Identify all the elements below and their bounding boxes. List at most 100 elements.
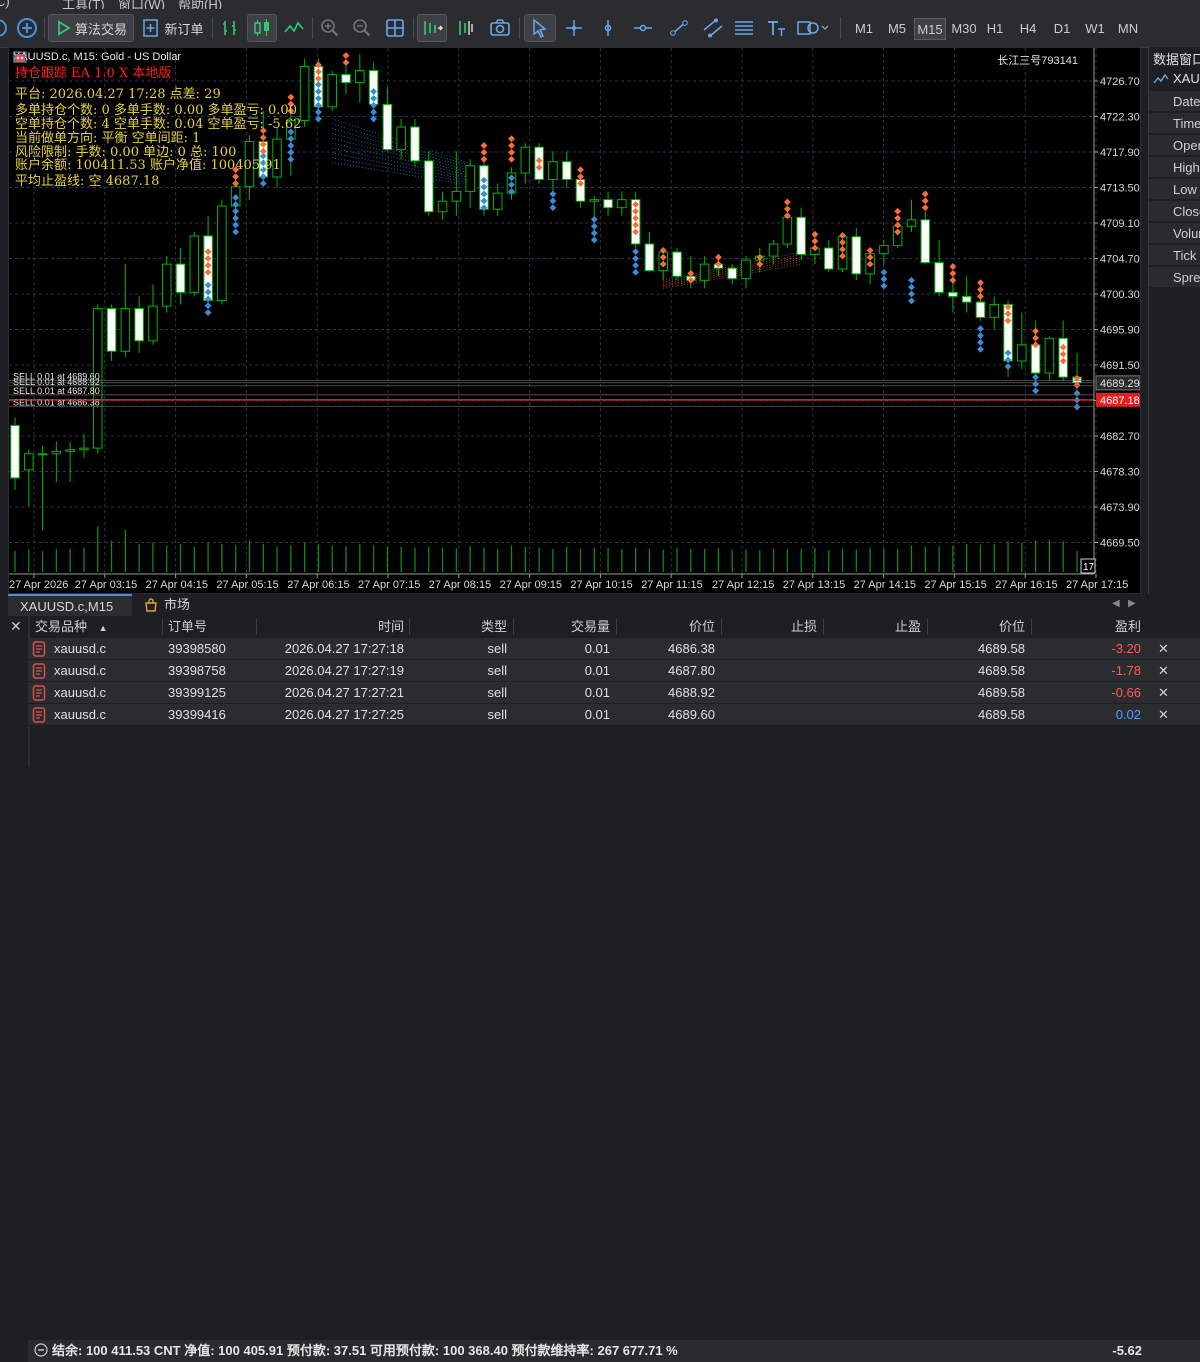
cell-symbol: xauusd.c (54, 707, 107, 722)
candle-bear (796, 216, 806, 255)
price-axis-label: 4717.90 (1100, 147, 1140, 159)
trendline-icon[interactable] (664, 14, 694, 42)
cell-tp (823, 660, 921, 681)
candle-bear (934, 262, 944, 293)
fibonacci-icon[interactable] (730, 14, 758, 42)
candlestick-icon[interactable] (247, 14, 277, 42)
candle-bear (175, 263, 186, 293)
time-axis-label: 27 Apr 07:15 (358, 579, 420, 591)
overlay-line: 平均止盈线: 空 4687.18 (15, 174, 160, 189)
horizontal-line-icon[interactable] (628, 14, 658, 42)
table-row[interactable]: xauusd.c 39399125 2026.04.27 17:27:21 sell 0… (28, 682, 1200, 704)
line-chart-icon[interactable] (280, 14, 308, 42)
scroll-left-icon[interactable]: ◀ (1112, 598, 1120, 609)
bar-chart-icon[interactable] (216, 14, 244, 42)
close-order-icon[interactable]: ✕ (1158, 660, 1169, 681)
cell-order: 39398580 (168, 641, 226, 656)
header-stop-loss[interactable]: 止损 (721, 616, 817, 638)
cursor-icon[interactable] (524, 14, 556, 42)
candle-bear (672, 251, 682, 277)
close-order-icon[interactable]: ✕ (1158, 638, 1169, 659)
close-panel-icon[interactable]: ✕ (10, 616, 22, 636)
header-volume[interactable]: 交易量 (513, 616, 610, 638)
cell-symbol: xauusd.c (54, 641, 107, 656)
algo-trading-button[interactable]: 算法交易 (48, 14, 134, 42)
candle-bear (10, 425, 20, 479)
timeframe-d1[interactable]: D1 (1048, 18, 1076, 40)
timeframe-m15[interactable]: M15 (914, 18, 946, 40)
timeframe-m1[interactable]: M1 (850, 18, 878, 40)
close-order-icon[interactable]: ✕ (1158, 682, 1169, 703)
candle-bull (299, 65, 310, 122)
header-open-price[interactable]: 价位 (616, 616, 715, 638)
time-axis-label: 27 Apr 05:15 (216, 579, 278, 591)
collapse-icon[interactable] (34, 1343, 48, 1360)
header-current-price[interactable]: 价位 (927, 616, 1025, 638)
table-row[interactable]: xauusd.c 39399416 2026.04.27 17:27:25 sell 0… (28, 704, 1200, 726)
cell-time: 2026.04.27 17:27:21 (284, 685, 404, 700)
header-type[interactable]: 类型 (409, 616, 507, 638)
vertical-line-icon[interactable] (594, 14, 622, 42)
cell-profit: -1.78 (1111, 663, 1141, 678)
auto-scroll-icon[interactable] (417, 14, 447, 42)
candle-bull (327, 74, 337, 108)
cell-price: 4688.92 (668, 685, 715, 700)
cell-time: 2026.04.27 17:27:18 (284, 641, 404, 656)
zoom-in-icon[interactable] (316, 14, 344, 42)
table-row[interactable]: xauusd.c 39398580 2026.04.27 17:27:18 sell 0… (28, 638, 1200, 660)
price-axis-label: 4726.70 (1100, 76, 1140, 88)
zoom-out-icon[interactable] (348, 14, 376, 42)
price-chart[interactable]: SELL 0.01 at 4689.60 SELL 0.01 at 4688.92… (8, 47, 1141, 594)
price-axis-label: 4691.50 (1100, 360, 1140, 372)
time-axis-label: 27 Apr 17:15 (1066, 579, 1128, 591)
text-label-icon[interactable] (762, 14, 790, 42)
menu-help[interactable]: 帮助(H) (178, 0, 222, 9)
timeframe-w1[interactable]: W1 (1080, 18, 1110, 40)
candle-bear (961, 295, 972, 303)
candle-bear (423, 160, 434, 213)
candle-bull (989, 303, 1000, 318)
tab-xauusd-chart[interactable]: XAUUSD.c,M15 (8, 594, 132, 616)
timeframe-m5[interactable]: M5 (882, 18, 912, 40)
order-icon (32, 704, 48, 725)
cell-price: 4689.60 (668, 707, 715, 722)
candle-bear (975, 301, 986, 318)
chart-shift-icon[interactable] (451, 14, 481, 42)
add-chart-icon[interactable] (14, 14, 40, 42)
tile-windows-icon[interactable] (381, 14, 409, 42)
candle-bear (920, 219, 931, 264)
chart-tabs: XAUUSD.c,M15 市场 ◀ ▶ (0, 594, 1200, 617)
timeframe-mn[interactable]: MN (1113, 18, 1143, 40)
overlay-line: 空单持仓个数: 4 空单手数: 0.04 空单盈亏: -5.62 (15, 117, 302, 132)
new-order-label: 新订单 (164, 21, 204, 37)
price-axis-label: 4700.30 (1100, 289, 1140, 301)
time-axis-label: 27 Apr 13:15 (783, 579, 845, 591)
crosshair-icon[interactable] (560, 14, 588, 42)
overlay-line: 当前做单方向: 平衡 空单间距: 1 (15, 131, 201, 146)
candle-bull (492, 192, 503, 210)
account-summary: 结余: 100 411.53 CNT 净值: 100 405.91 预付款: 3… (28, 1340, 1200, 1362)
screenshot-icon[interactable] (486, 14, 514, 42)
close-order-icon[interactable]: ✕ (1158, 704, 1169, 725)
header-take-profit[interactable]: 止盈 (823, 616, 921, 638)
new-order-button[interactable]: 新订单 (138, 14, 208, 42)
cell-type: sell (487, 641, 507, 656)
timeframe-m30[interactable]: M30 (948, 18, 980, 40)
timeframe-h1[interactable]: H1 (982, 18, 1008, 40)
candle-bull (741, 259, 751, 280)
header-profit[interactable]: 盈利 (1031, 616, 1141, 638)
scroll-right-icon[interactable]: ▶ (1128, 598, 1136, 609)
menu-tools[interactable]: 工具(T) (62, 0, 105, 9)
toolbar-edge-icon[interactable] (0, 14, 10, 42)
cell-profit: 0.02 (1115, 707, 1141, 722)
header-order[interactable]: 订单号 (168, 616, 207, 638)
table-row[interactable]: xauusd.c 39398758 2026.04.27 17:27:19 sell 0… (28, 660, 1200, 682)
channel-icon[interactable] (698, 14, 728, 42)
header-time[interactable]: 时间 (256, 616, 404, 638)
cell-volume: 0.01 (584, 641, 610, 656)
menu-window[interactable]: 窗口(W) (118, 0, 165, 9)
tab-market[interactable]: 市场 (144, 594, 190, 616)
header-symbol[interactable]: 交易品种 ▲ (35, 616, 108, 638)
shapes-dropdown[interactable] (793, 14, 833, 42)
timeframe-h4[interactable]: H4 (1014, 18, 1042, 40)
